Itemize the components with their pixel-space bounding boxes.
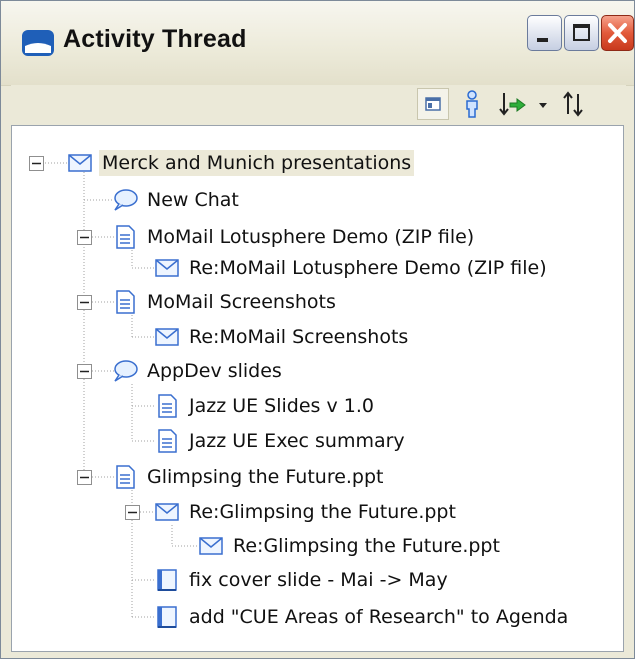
tree-item[interactable]: Re:MoMail Lotusphere Demo (ZIP file): [154, 252, 550, 284]
tree-item[interactable]: Re:MoMail Screenshots: [154, 321, 411, 353]
tree-item-label: Re:MoMail Screenshots: [189, 326, 409, 348]
email-icon: [155, 503, 179, 521]
tree-item-label: AppDev slides: [147, 360, 282, 382]
email-icon: [199, 537, 223, 555]
activity-thread-window: Activity Thread Merck and Munich present…: [0, 0, 635, 659]
sort-dropdown[interactable]: [533, 88, 553, 120]
tree-item-label: MoMail Lotusphere Demo (ZIP file): [147, 226, 475, 248]
collapse-icon[interactable]: [125, 505, 140, 520]
tree-item[interactable]: MoMail Lotusphere Demo (ZIP file): [112, 221, 477, 253]
tree-item[interactable]: Jazz UE Exec summary: [154, 425, 408, 457]
sort-button[interactable]: [495, 88, 529, 120]
collapse-icon[interactable]: [77, 364, 92, 379]
document-icon: [158, 394, 177, 418]
document-icon: [116, 225, 135, 249]
document-icon: [116, 290, 135, 314]
collapse-icon[interactable]: [77, 295, 92, 310]
email-icon: [155, 259, 179, 277]
maximize-button[interactable]: [564, 15, 599, 51]
tree-item[interactable]: Jazz UE Slides v 1.0: [154, 390, 377, 422]
task-icon: [157, 606, 177, 628]
document-icon: [116, 465, 135, 489]
tree-item[interactable]: Merck and Munich presentations: [67, 147, 415, 179]
tree-item-label: fix cover slide - Mai -> May: [189, 569, 448, 591]
tree-item[interactable]: Glimpsing the Future.ppt: [112, 461, 387, 493]
tree-item[interactable]: fix cover slide - Mai -> May: [154, 564, 451, 596]
tree-item-label: add "CUE Areas of Research" to Agenda: [189, 606, 569, 628]
maximize-icon: [573, 24, 590, 41]
tree-item[interactable]: MoMail Screenshots: [112, 286, 339, 318]
chat-icon: [114, 360, 138, 382]
collapse-icon[interactable]: [29, 156, 44, 171]
chat-icon: [114, 189, 138, 211]
tree-item-label: Re:Glimpsing the Future.ppt: [233, 535, 500, 557]
tree-item[interactable]: AppDev slides: [112, 355, 285, 387]
toolbar: [11, 85, 626, 123]
tree-item[interactable]: Re:Glimpsing the Future.ppt: [198, 530, 503, 562]
tree-item-label: Jazz UE Exec summary: [189, 430, 405, 452]
minimize-button[interactable]: [527, 15, 562, 51]
task-icon: [157, 569, 177, 591]
document-icon: [158, 429, 177, 453]
layout-icon: [425, 97, 441, 111]
layout-button[interactable]: [417, 88, 449, 120]
dropdown-arrow-icon: [539, 103, 547, 108]
sort-order-icon: [563, 91, 583, 117]
close-icon: [608, 23, 627, 43]
tree-item-label: Re:MoMail Lotusphere Demo (ZIP file): [189, 257, 547, 279]
tree-item-label: New Chat: [147, 189, 239, 211]
tree-item[interactable]: Re:Glimpsing the Future.ppt: [154, 496, 459, 528]
sort-icon: [499, 93, 526, 116]
title-bar[interactable]: Activity Thread: [1, 1, 634, 86]
tree-item-label: MoMail Screenshots: [147, 291, 336, 313]
person-icon: [466, 90, 478, 118]
email-icon: [155, 328, 179, 346]
sort-order-button[interactable]: [559, 88, 591, 120]
tree-item-label: Merck and Munich presentations: [99, 150, 415, 176]
window-title: Activity Thread: [63, 25, 247, 53]
collapse-icon[interactable]: [77, 230, 92, 245]
minimize-icon: [537, 38, 548, 42]
tree-item-label: Jazz UE Slides v 1.0: [189, 395, 374, 417]
person-button[interactable]: [457, 88, 489, 120]
tree-item[interactable]: add "CUE Areas of Research" to Agenda: [154, 601, 571, 633]
collapse-icon[interactable]: [77, 470, 92, 485]
tree-item[interactable]: New Chat: [112, 184, 242, 216]
app-icon: [22, 30, 54, 56]
activity-tree[interactable]: Merck and Munich presentations New Chat …: [11, 125, 624, 652]
close-button[interactable]: [601, 15, 634, 51]
email-icon: [68, 154, 92, 172]
tree-item-label: Re:Glimpsing the Future.ppt: [189, 501, 456, 523]
tree-item-label: Glimpsing the Future.ppt: [147, 466, 384, 488]
